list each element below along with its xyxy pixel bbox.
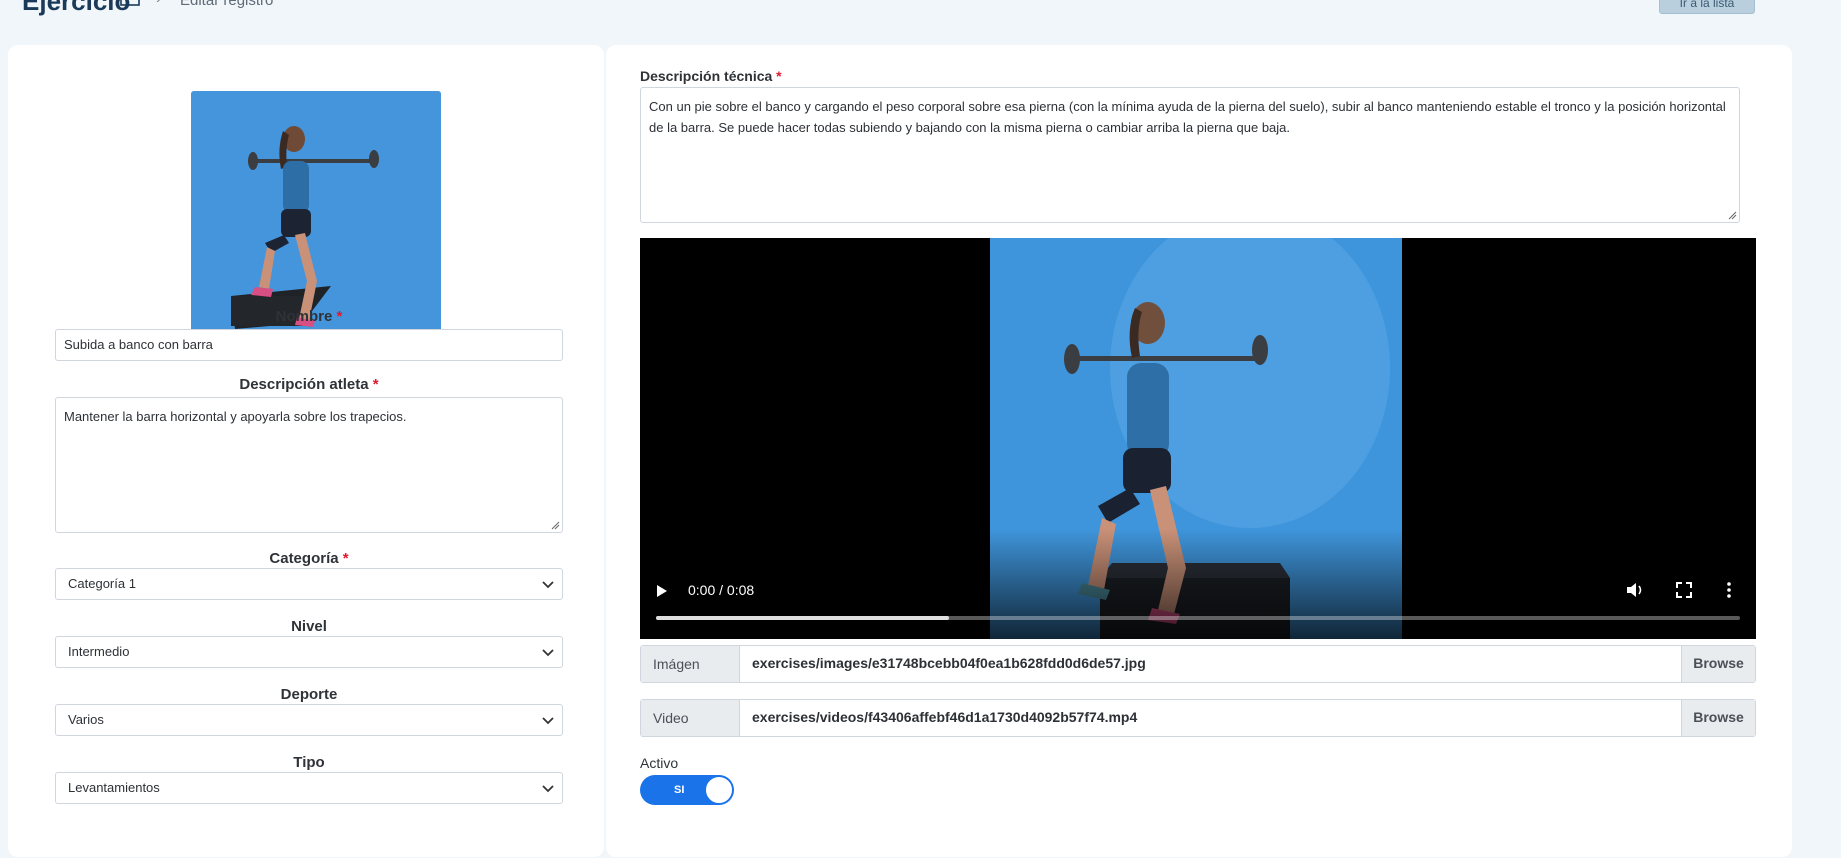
- back-to-list-button[interactable]: Ir a la lista: [1659, 0, 1755, 14]
- resize-handle-icon[interactable]: [1727, 210, 1737, 220]
- descripcion-tecnica-textarea[interactable]: Con un pie sobre el banco y cargando el …: [640, 87, 1740, 223]
- activo-toggle-text: SI: [674, 784, 685, 796]
- activo-toggle[interactable]: SI: [640, 775, 734, 805]
- fullscreen-icon[interactable]: [1676, 582, 1692, 598]
- tipo-select[interactable]: Levantamientos: [55, 772, 563, 804]
- video-file-input[interactable]: Video exercises/videos/f43406affebf46d1a…: [640, 699, 1756, 737]
- video-progress-fill: [656, 616, 949, 620]
- imagen-file-input[interactable]: Imágen exercises/images/e31748bcebb04f0e…: [640, 645, 1756, 683]
- imagen-browse-button[interactable]: Browse: [1681, 646, 1755, 682]
- resize-handle-icon[interactable]: [550, 520, 560, 530]
- volume-icon[interactable]: [1626, 582, 1644, 598]
- nombre-input[interactable]: Subida a banco con barra: [55, 329, 563, 361]
- video-path: exercises/videos/f43406affebf46d1a1730d4…: [752, 709, 1138, 725]
- descripcion-atleta-label: Descripción atleta *: [239, 376, 379, 393]
- play-icon[interactable]: [656, 584, 668, 598]
- toggle-knob: [705, 776, 733, 804]
- more-options-icon[interactable]: [1726, 582, 1732, 598]
- video-label: Video: [641, 700, 740, 736]
- left-panel: Nombre * Subida a banco con barra Descri…: [8, 45, 604, 857]
- page-title: Ejercicio: [22, 0, 131, 16]
- chevron-down-icon: [542, 649, 554, 657]
- video-player[interactable]: 0:00 / 0:08: [640, 238, 1756, 639]
- categoria-label: Categoría *: [269, 550, 349, 567]
- activo-label: Activo: [640, 755, 679, 771]
- window-icon: [120, 0, 140, 6]
- nivel-select[interactable]: Intermedio: [55, 636, 563, 668]
- chevron-right-icon: ›: [156, 0, 161, 8]
- descripcion-tecnica-label: Descripción técnica *: [640, 68, 782, 84]
- chevron-down-icon: [542, 785, 554, 793]
- imagen-label: Imágen: [641, 646, 740, 682]
- deporte-label: Deporte: [280, 686, 338, 703]
- chevron-down-icon: [542, 581, 554, 589]
- video-time: 0:00 / 0:08: [688, 582, 755, 598]
- nivel-label: Nivel: [291, 618, 327, 635]
- tipo-label: Tipo: [293, 754, 325, 771]
- video-progress-bar[interactable]: [656, 616, 1740, 620]
- descripcion-atleta-textarea[interactable]: Mantener la barra horizontal y apoyarla …: [55, 397, 563, 533]
- video-controls-gradient: [640, 529, 1756, 639]
- nombre-label: Nombre *: [275, 308, 343, 325]
- chevron-down-icon: [542, 717, 554, 725]
- breadcrumb: Editar registro: [180, 0, 274, 9]
- video-browse-button[interactable]: Browse: [1681, 700, 1755, 736]
- categoria-select[interactable]: Categoría 1: [55, 568, 563, 600]
- imagen-path: exercises/images/e31748bcebb04f0ea1b628f…: [752, 655, 1146, 671]
- exercise-image: [191, 91, 441, 332]
- deporte-select[interactable]: Varios: [55, 704, 563, 736]
